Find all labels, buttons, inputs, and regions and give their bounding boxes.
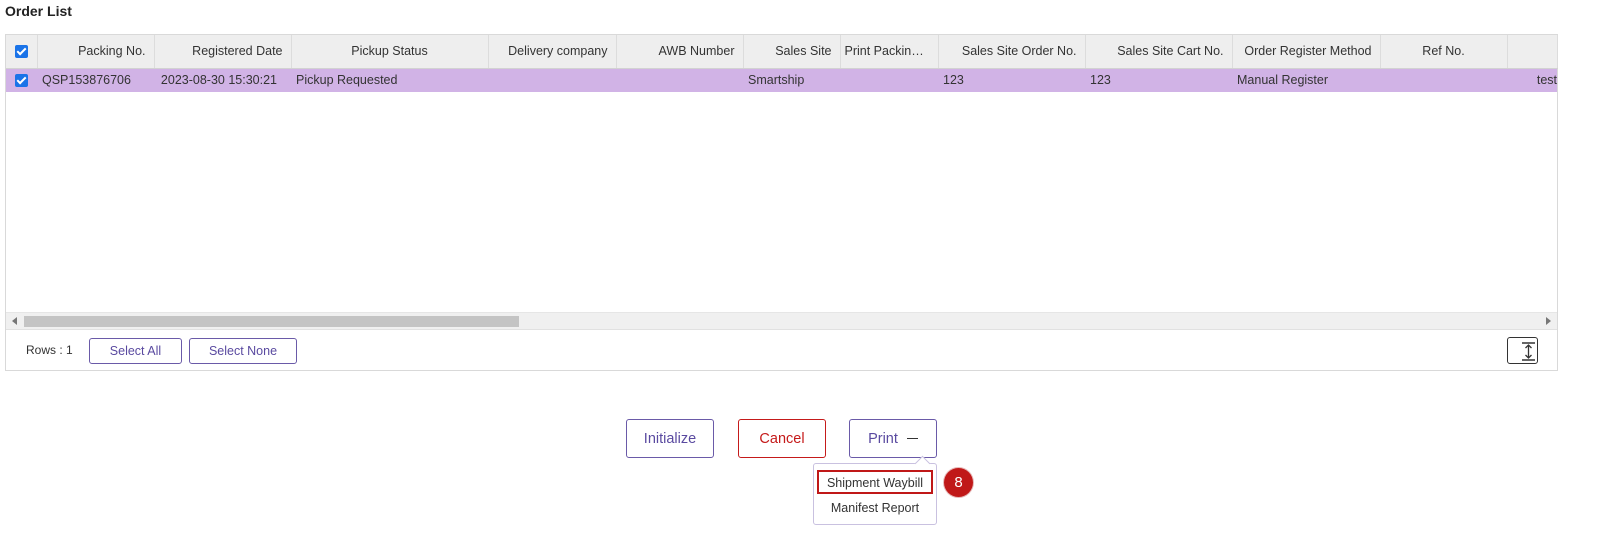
print-dropdown-menu: Shipment Waybill Manifest Report: [813, 455, 937, 525]
col-header-packing-no[interactable]: Packing No.: [37, 35, 155, 69]
cell-sales-site-order-no: 123: [938, 68, 1085, 92]
row-checkbox[interactable]: [6, 68, 37, 92]
print-button[interactable]: Print: [849, 419, 937, 458]
select-none-button[interactable]: Select None: [189, 338, 297, 364]
select-all-button[interactable]: Select All: [89, 338, 182, 364]
grid-footer: Rows : 1 Select All Select None: [6, 329, 1557, 371]
cell-delivery-company: [488, 68, 616, 92]
step-number-badge: 8: [944, 468, 973, 497]
col-header-delivery-company[interactable]: Delivery company: [488, 35, 617, 69]
order-grid: Packing No. Registered Date Pickup Statu…: [6, 35, 1558, 92]
checkbox-checked-icon: [14, 45, 28, 59]
rows-count: Rows : 1: [26, 343, 73, 357]
col-header-sales-site-cart-no[interactable]: Sales Site Cart No.: [1085, 35, 1233, 69]
table-row[interactable]: QSP153876706 2023-08-30 15:30:21 Pickup …: [6, 68, 1557, 92]
cell-registered-date: 2023-08-30 15:30:21: [154, 68, 291, 92]
order-grid-panel: Packing No. Registered Date Pickup Statu…: [5, 34, 1558, 371]
menu-item-shipment-waybill[interactable]: Shipment Waybill: [817, 470, 933, 494]
cell-ref-no: [1380, 68, 1507, 92]
col-header-print-packing[interactable]: Print Packing ...: [840, 35, 939, 69]
col-header-order-register-method[interactable]: Order Register Method: [1232, 35, 1381, 69]
initialize-button[interactable]: Initialize: [626, 419, 714, 458]
cell-pickup-status: Pickup Requested: [291, 68, 488, 92]
print-button-label: Print: [868, 430, 898, 447]
cell-packing-no: QSP153876706: [37, 68, 154, 92]
col-header-extra[interactable]: [1507, 35, 1558, 69]
col-header-sales-site-order-no[interactable]: Sales Site Order No.: [938, 35, 1086, 69]
checkbox-checked-icon: [15, 74, 28, 88]
expand-grid-button[interactable]: [1507, 337, 1538, 364]
cell-sales-site: Smartship: [743, 68, 840, 92]
cancel-button[interactable]: Cancel: [738, 419, 826, 458]
horizontal-scrollbar[interactable]: [6, 312, 1557, 329]
grid-header-row: Packing No. Registered Date Pickup Statu…: [6, 35, 1558, 69]
dropdown-caret: [914, 455, 931, 472]
cell-awb-number: [616, 68, 743, 92]
col-header-registered-date[interactable]: Registered Date: [154, 35, 292, 69]
scrollbar-thumb[interactable]: [24, 316, 519, 327]
collapse-dash-icon: [906, 437, 918, 440]
scroll-right-arrow-icon[interactable]: [1546, 317, 1551, 325]
cell-print-packing: [840, 68, 938, 92]
cell-sales-site-cart-no: 123: [1085, 68, 1232, 92]
menu-item-manifest-report[interactable]: Manifest Report: [817, 497, 933, 521]
col-header-ref-no[interactable]: Ref No.: [1380, 35, 1508, 69]
col-header-sales-site[interactable]: Sales Site: [743, 35, 841, 69]
cell-order-register-method: Manual Register: [1232, 68, 1380, 92]
cell-extra: test: [1507, 68, 1557, 92]
page-title: Order List: [5, 3, 72, 19]
col-header-awb-number[interactable]: AWB Number: [616, 35, 744, 69]
scroll-left-arrow-icon[interactable]: [12, 317, 17, 325]
col-header-pickup-status[interactable]: Pickup Status: [291, 35, 489, 69]
expand-vertical-icon: [1522, 342, 1535, 361]
select-all-checkbox[interactable]: [6, 35, 38, 69]
